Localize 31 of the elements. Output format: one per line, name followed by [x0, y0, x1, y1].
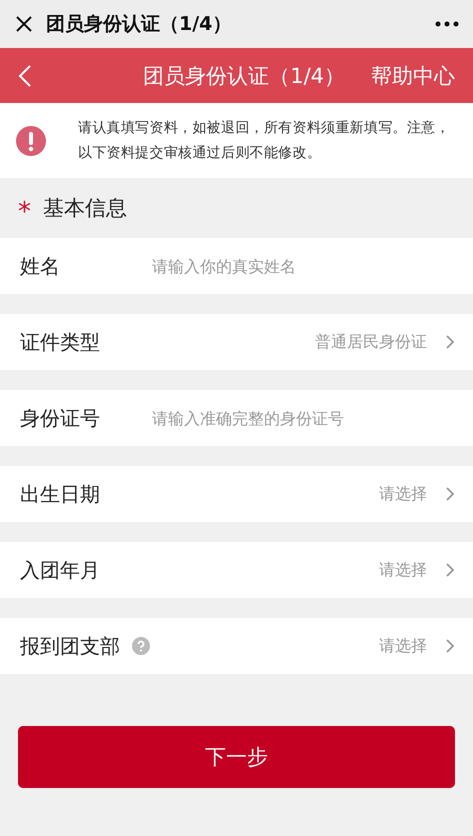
next-button[interactable]: 下一步 [18, 726, 455, 788]
field-label: 身份证号 [0, 390, 152, 446]
page-title: 团员身份认证（1/4） [142, 62, 345, 90]
required-mark: * [18, 196, 31, 225]
field-label: 报到团支部 [20, 632, 120, 660]
chevron-icon [445, 562, 455, 578]
select-row[interactable]: 出生日期 请选择 [0, 466, 473, 522]
input-field[interactable]: 请输入你的真实姓名 [152, 238, 473, 294]
window-title: 团员身份认证（1/4） [46, 12, 232, 37]
select-row[interactable]: 证件类型 普通居民身份证 [0, 314, 473, 370]
back-icon[interactable] [18, 64, 32, 88]
field-label: 证件类型 [20, 328, 100, 356]
selected-value: 请选择 [378, 636, 427, 656]
field-label: 入团年月 [20, 556, 100, 584]
more-icon[interactable] [435, 21, 459, 27]
notice-text: 请认真填写资料，如被退回，所有资料须重新填写。注意，以下资料提交审核通过后则不能修改。 [78, 118, 451, 162]
close-icon[interactable] [14, 14, 34, 34]
help-center-link[interactable]: 帮助中心 [371, 62, 455, 90]
selected-value: 请选择 [378, 560, 427, 580]
chevron-icon [445, 638, 455, 654]
chevron-icon [445, 486, 455, 502]
select-row[interactable]: 入团年月 请选择 [0, 542, 473, 598]
field-label: 出生日期 [20, 480, 100, 508]
chevron-icon [445, 334, 455, 350]
section-title: 基本信息 [43, 195, 127, 222]
field-label: 姓名 [0, 238, 152, 294]
input-field[interactable]: 请输入准确完整的身份证号 [152, 390, 473, 446]
selected-value: 请选择 [378, 484, 427, 504]
alert-icon [16, 126, 46, 156]
selected-value: 普通居民身份证 [314, 332, 427, 352]
select-row[interactable]: 报到团支部 请选择 [0, 618, 473, 674]
